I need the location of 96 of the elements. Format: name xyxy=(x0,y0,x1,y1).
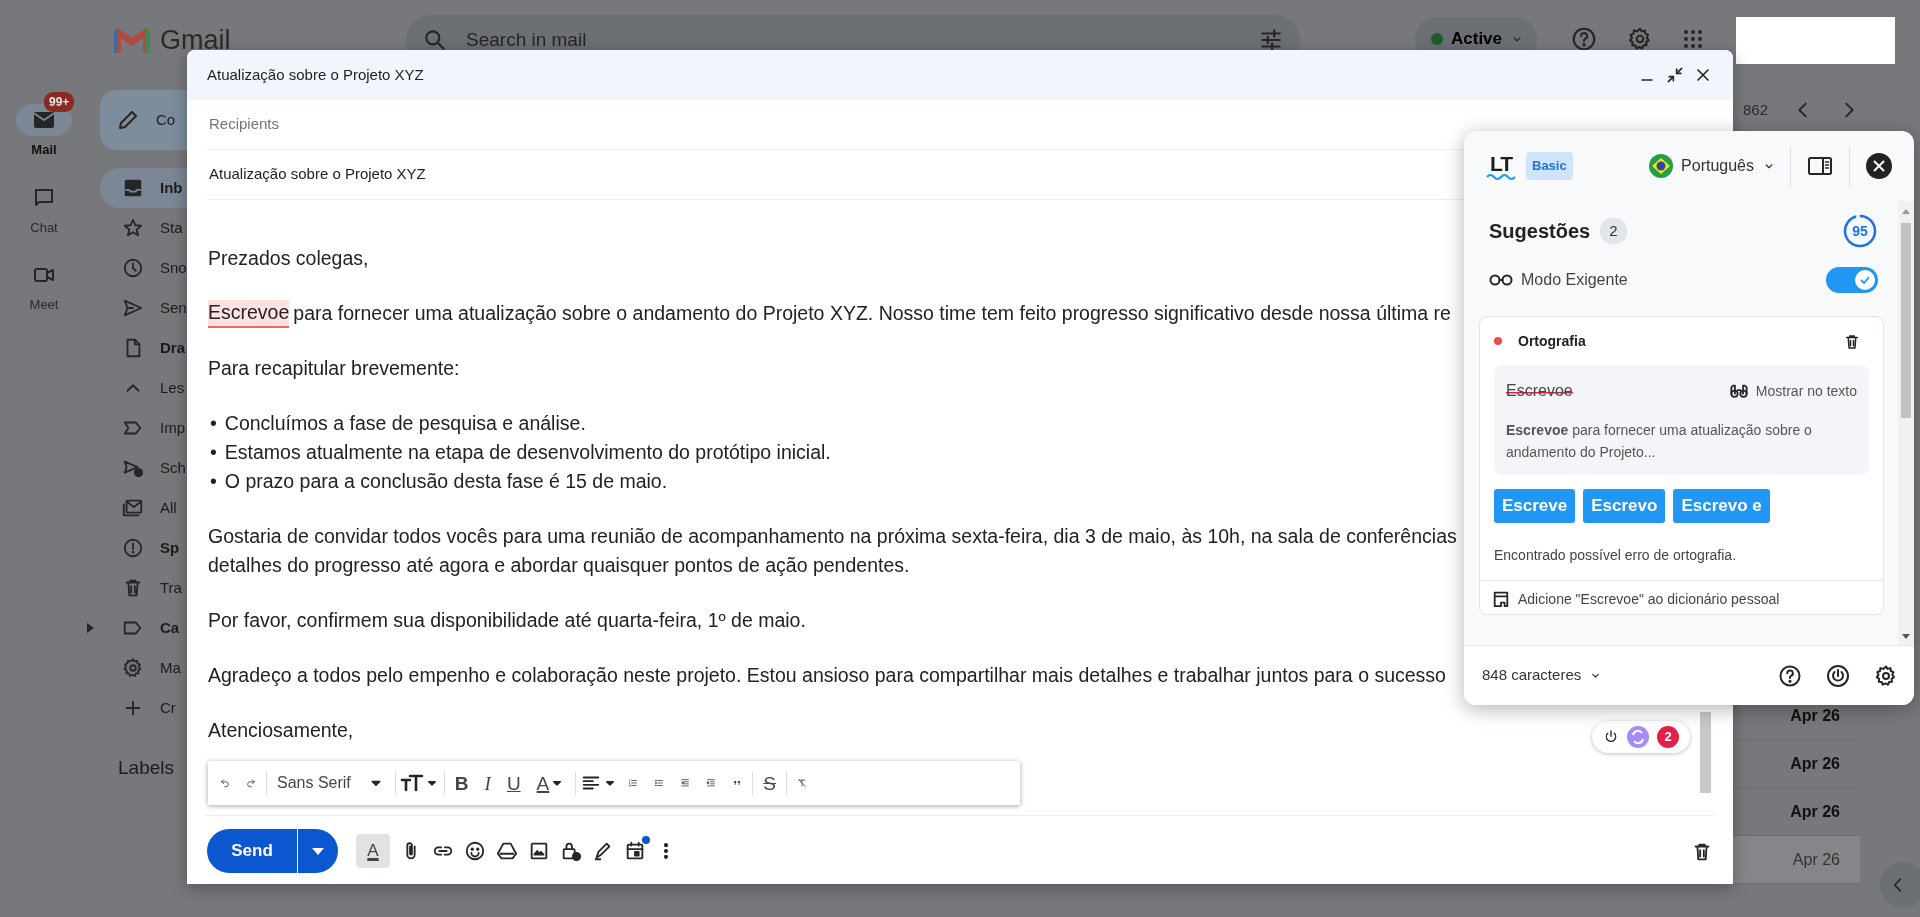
labels-heading: Labels xyxy=(118,756,174,780)
suggestion-button[interactable]: Escrevo e xyxy=(1673,489,1770,523)
settings-icon[interactable] xyxy=(1627,26,1653,52)
language-dropdown[interactable]: Português xyxy=(1643,153,1782,179)
pencil-icon xyxy=(116,108,140,132)
bold-button[interactable]: B xyxy=(448,769,475,797)
clock-icon xyxy=(122,257,144,279)
italic-button[interactable]: I xyxy=(478,769,497,797)
suggestion-button[interactable]: Escreve xyxy=(1494,489,1576,523)
pagination-count: 862 xyxy=(1742,99,1768,120)
body-paragraph: Agradeço a todos pelo empenho e colaboração neste projeto. Estou ansioso para compartilhar mais detalhes e trabalhar juntos para o sucesso xyxy=(208,663,1446,688)
category-title: Ortografia xyxy=(1518,331,1586,351)
body-paragraph: Para recapitular brevemente: xyxy=(208,356,460,381)
bullet-item: O prazo para a conclusão desta fase é 15 de maio. xyxy=(224,469,668,494)
email-date: Apr 26 xyxy=(1790,753,1840,774)
search-field[interactable]: Search in mail xyxy=(464,24,1064,56)
flag-icon xyxy=(1649,154,1674,178)
side-panel-toggle[interactable] xyxy=(1880,862,1920,908)
strict-mode-label: Modo Exigente xyxy=(1521,270,1628,290)
dictionary-icon xyxy=(1492,590,1510,608)
text-color-button[interactable]: A xyxy=(530,769,572,797)
body-paragraph: para fornecer uma atualização sobre o andamento do Projeto XYZ. Nosso time tem feito progresso significativo desde nossa última re xyxy=(293,301,1451,326)
glasses-icon xyxy=(1489,273,1513,287)
strikethrough-button[interactable]: S xyxy=(757,769,782,797)
rail-label: Chat xyxy=(30,218,58,237)
suggestion-count: 2 xyxy=(1600,217,1627,245)
binoculars-icon xyxy=(1729,383,1748,399)
caret-icon xyxy=(312,848,324,856)
plan-badge: Basic xyxy=(1526,152,1573,180)
error-description: Encontrado possível erro de ortografia. xyxy=(1494,545,1738,565)
bullet-marker: • xyxy=(210,469,217,494)
body-paragraph: Gostaria de convidar todos vocês para uma reunião de acompanhamento na próxima sexta-feira, dia 3 de maio, às 10h, na sala de conferências detalhes do progresso até agora e abordar quaisquer pontos de ação pendentes. xyxy=(208,524,1457,578)
sidebar-icon[interactable] xyxy=(1807,155,1833,177)
unread-count-badge: 99+ xyxy=(44,92,75,112)
star-icon xyxy=(122,217,144,239)
body-paragraph: Prezados colegas, xyxy=(208,246,369,271)
languagetool-logo: LT xyxy=(1489,152,1513,174)
help-icon[interactable] xyxy=(1778,663,1802,688)
gear-icon xyxy=(122,657,144,679)
close-icon xyxy=(1873,160,1885,172)
nav-item[interactable]: Sta xyxy=(100,208,250,248)
settings-icon[interactable] xyxy=(1874,663,1898,688)
notification-dot xyxy=(642,836,650,844)
gmail-wordmark: Gmail xyxy=(160,24,231,57)
send-options-button[interactable] xyxy=(298,829,338,873)
misspelled-word[interactable]: Escrevoe xyxy=(208,300,290,328)
triangle-icon[interactable] xyxy=(496,840,518,862)
emoji-icon[interactable] xyxy=(464,840,486,862)
issue-count-badge[interactable]: 2 xyxy=(1657,726,1679,748)
check-icon xyxy=(1859,274,1871,286)
send-icon xyxy=(122,297,144,319)
rail-button[interactable] xyxy=(16,104,72,136)
body-paragraph: Atenciosamente, xyxy=(208,718,354,743)
filter-options-icon[interactable] xyxy=(1258,27,1284,53)
email-date: Apr 26 xyxy=(1790,801,1840,822)
bullet-marker: • xyxy=(210,440,217,465)
body-paragraph: Por favor, confirmem sua disponibilidade até quarta-feira, 1º de maio. xyxy=(208,608,806,633)
rail-label: Mail xyxy=(31,141,57,159)
compose-title: Atualização sobre o Projeto XYZ xyxy=(207,64,424,85)
send-button[interactable]: Send xyxy=(207,829,297,873)
help-icon[interactable] xyxy=(1571,26,1597,52)
power-icon[interactable] xyxy=(1826,663,1850,688)
bullet-item: Concluímos a fase de pesquisa e análise. xyxy=(224,411,586,436)
bullet-marker: • xyxy=(210,411,217,436)
underline-button[interactable]: U xyxy=(500,769,527,797)
wave-icon xyxy=(1486,173,1516,180)
bullet-item: Estamos atualmente na etapa de desenvolvimento do protótipo inicial. xyxy=(224,440,831,465)
strict-mode-toggle[interactable] xyxy=(1826,267,1878,293)
close-button[interactable] xyxy=(1866,153,1892,179)
rail-label: Meet xyxy=(29,296,59,314)
warning-icon xyxy=(122,537,144,559)
suggestion-button[interactable]: Escrevo xyxy=(1583,489,1666,523)
scrollbar-thumb[interactable] xyxy=(1901,223,1911,418)
exit-full-screen-icon[interactable] xyxy=(1665,65,1685,85)
lock-clock-icon[interactable] xyxy=(560,840,582,862)
character-count-dropdown[interactable]: 848 caracteres xyxy=(1482,664,1603,687)
score-value: 95 xyxy=(1852,221,1868,241)
power-icon[interactable] xyxy=(1603,729,1619,745)
search-icon[interactable] xyxy=(422,27,448,53)
formatting-options-button[interactable]: A xyxy=(356,834,390,868)
add-to-dictionary-item[interactable]: Adicione "Escrevoe" ao dicionário pessoal xyxy=(1480,579,1883,614)
context-snippet: Escrevoe para fornecer uma atualização sobre o andamento do Projeto... xyxy=(1506,421,1813,462)
scrollbar[interactable] xyxy=(1898,201,1914,645)
scrollbar-thumb[interactable] xyxy=(1700,712,1711,793)
suggestions-heading: Sugestões xyxy=(1489,219,1591,244)
image-icon[interactable] xyxy=(528,840,550,862)
calendar-icon[interactable] xyxy=(624,840,646,862)
email-date: Apr 26 xyxy=(1790,705,1840,726)
languagetool-icon[interactable] xyxy=(1627,726,1649,748)
inbox-icon xyxy=(122,177,144,199)
show-in-text-link[interactable]: Mostrar no texto xyxy=(1729,380,1857,402)
font-dropdown[interactable]: Sans Serif xyxy=(271,770,391,796)
email-date: Apr 26 xyxy=(1792,849,1840,870)
delete-icon[interactable] xyxy=(1843,332,1861,351)
envelopes-icon xyxy=(122,497,144,519)
expand-arrow-icon[interactable] xyxy=(87,623,94,633)
